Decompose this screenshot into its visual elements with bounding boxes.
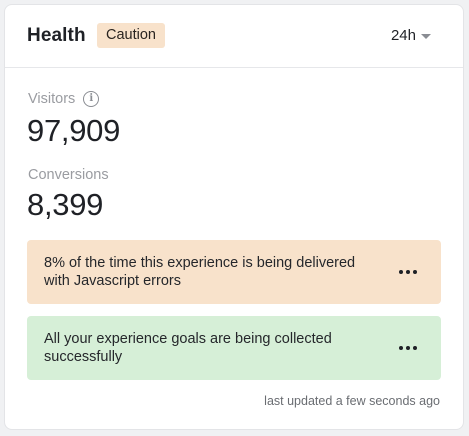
more-horizontal-icon[interactable] <box>399 346 417 350</box>
conversions-metric-label: Conversions <box>28 167 109 183</box>
status-badge: Caution <box>97 23 165 48</box>
goals-collected-alert: All your experience goals are being coll… <box>27 316 441 380</box>
conversions-value: 8,399 <box>27 187 104 222</box>
chevron-down-icon <box>421 33 431 39</box>
time-range-label: 24h <box>390 27 416 44</box>
card-header: Health Caution 24h <box>5 5 463 68</box>
visitors-label: Visitors <box>28 91 76 107</box>
javascript-errors-alert: 8% of the time this experience is being … <box>27 240 441 304</box>
time-range-dropdown[interactable]: 24h <box>391 27 431 44</box>
alert-message: 8% of the time this experience is being … <box>44 255 356 289</box>
card-title: Health <box>27 25 86 46</box>
visitors-value: 97,909 <box>27 113 121 148</box>
info-icon[interactable]: i <box>83 91 100 107</box>
last-updated-text: last updated a few seconds ago <box>264 394 440 408</box>
conversions-label: Conversions <box>28 167 109 183</box>
more-horizontal-icon[interactable] <box>399 270 417 274</box>
alert-message: All your experience goals are being coll… <box>44 331 332 365</box>
visitors-metric-label: Visitors i <box>28 91 100 107</box>
health-card: Health Caution 24h Visitors i 97,909 Con… <box>4 4 464 430</box>
